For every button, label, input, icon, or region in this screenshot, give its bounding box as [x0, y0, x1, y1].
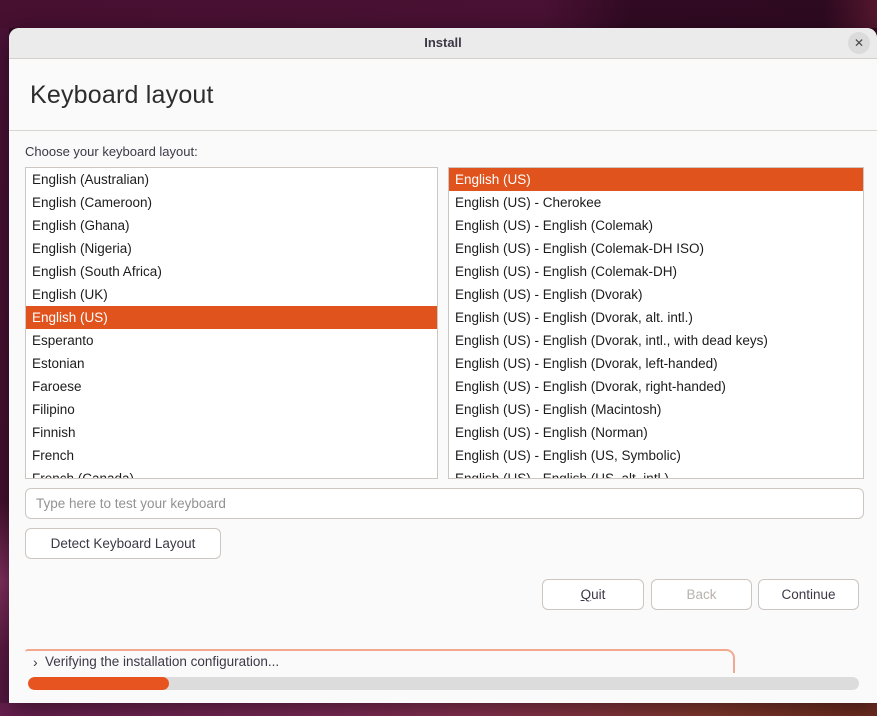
variant-option[interactable]: English (US) - Cherokee	[449, 191, 863, 214]
layout-option[interactable]: English (Australian)	[26, 168, 437, 191]
page-header: Keyboard layout	[9, 59, 877, 131]
install-progress-bar	[28, 677, 859, 690]
layout-option[interactable]: Estonian	[26, 352, 437, 375]
keyboard-layout-list[interactable]: English (Australian)English (Cameroon)En…	[25, 167, 438, 479]
desktop-wallpaper-bottom	[0, 703, 877, 716]
layout-option[interactable]: English (South Africa)	[26, 260, 437, 283]
layout-option[interactable]: Finnish	[26, 421, 437, 444]
variant-option[interactable]: English (US) - English (Macintosh)	[449, 398, 863, 421]
status-expander[interactable]: › Verifying the installation configurati…	[25, 649, 735, 673]
keyboard-variant-list[interactable]: English (US)English (US) - CherokeeEngli…	[448, 167, 864, 479]
variant-option[interactable]: English (US) - English (Colemak-DH)	[449, 260, 863, 283]
window-title: Install	[9, 28, 877, 58]
layout-option[interactable]: English (Nigeria)	[26, 237, 437, 260]
keyboard-test-input[interactable]	[25, 488, 864, 519]
detect-keyboard-button[interactable]: Detect Keyboard Layout	[25, 528, 221, 559]
installer-window: Install ✕ Keyboard layout Choose your ke…	[9, 28, 877, 703]
close-icon: ✕	[854, 36, 864, 50]
status-message: Verifying the installation configuration…	[45, 654, 279, 669]
layout-option[interactable]: French	[26, 444, 437, 467]
variant-option[interactable]: English (US)	[449, 168, 863, 191]
quit-button[interactable]: Quit	[542, 579, 644, 610]
layout-option[interactable]: English (Cameroon)	[26, 191, 437, 214]
layout-option[interactable]: French (Canada)	[26, 467, 437, 479]
layout-option[interactable]: Esperanto	[26, 329, 437, 352]
layout-option[interactable]: English (Ghana)	[26, 214, 437, 237]
install-progress-fill	[28, 677, 169, 690]
expander-chevron-icon: ›	[33, 654, 38, 670]
variant-option[interactable]: English (US) - English (Dvorak, alt. int…	[449, 306, 863, 329]
variant-option[interactable]: English (US) - English (Colemak-DH ISO)	[449, 237, 863, 260]
quit-button-label: Quit	[581, 587, 606, 602]
page-title: Keyboard layout	[9, 59, 877, 110]
desktop-background: Install ✕ Keyboard layout Choose your ke…	[0, 0, 877, 716]
variant-option[interactable]: English (US) - English (Dvorak, intl., w…	[449, 329, 863, 352]
close-button[interactable]: ✕	[848, 32, 870, 54]
continue-button[interactable]: Continue	[758, 579, 859, 610]
layout-option[interactable]: English (UK)	[26, 283, 437, 306]
layout-option[interactable]: English (US)	[26, 306, 437, 329]
variant-option[interactable]: English (US) - English (Dvorak)	[449, 283, 863, 306]
choose-layout-label: Choose your keyboard layout:	[25, 144, 198, 159]
layout-option[interactable]: Filipino	[26, 398, 437, 421]
variant-option[interactable]: English (US) - English (US, Symbolic)	[449, 444, 863, 467]
variant-option[interactable]: English (US) - English (Dvorak, right-ha…	[449, 375, 863, 398]
variant-option[interactable]: English (US) - English (US, alt. intl.)	[449, 467, 863, 479]
titlebar[interactable]: Install ✕	[9, 28, 877, 59]
back-button[interactable]: Back	[651, 579, 752, 610]
variant-option[interactable]: English (US) - English (Norman)	[449, 421, 863, 444]
desktop-wallpaper-top	[0, 0, 877, 28]
variant-option[interactable]: English (US) - English (Dvorak, left-han…	[449, 352, 863, 375]
desktop-wallpaper-left	[0, 28, 9, 703]
variant-option[interactable]: English (US) - English (Colemak)	[449, 214, 863, 237]
layout-option[interactable]: Faroese	[26, 375, 437, 398]
